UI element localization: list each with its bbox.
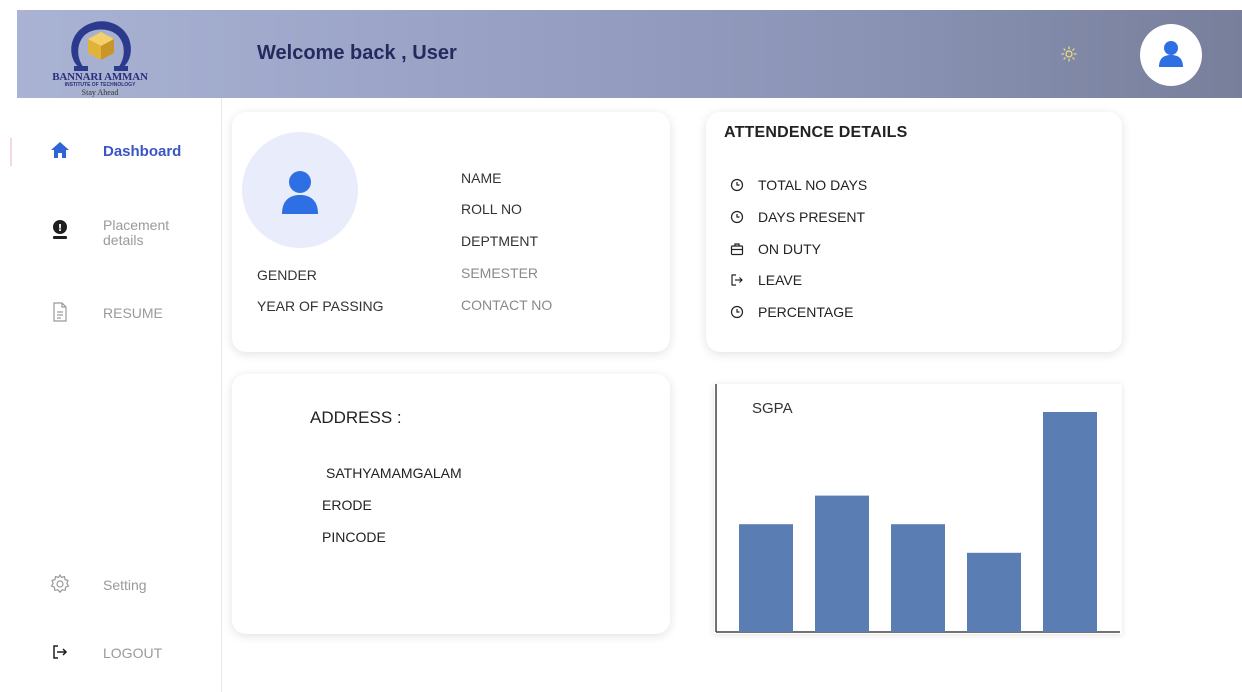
sidebar-item-setting[interactable]: Setting bbox=[48, 572, 147, 596]
sidebar-item-label: Placement details bbox=[103, 217, 170, 248]
sidebar-item-label: Setting bbox=[103, 577, 147, 593]
roll-no-label: ROLL NO bbox=[461, 201, 522, 217]
name-label: NAME bbox=[461, 170, 502, 186]
attendance-label: LEAVE bbox=[758, 272, 803, 288]
sgpa-bar-3 bbox=[891, 524, 945, 632]
attendance-card: ATTENDENCE DETAILS TOTAL NO DAYS DAYS PR… bbox=[706, 112, 1122, 352]
gender-label: GENDER bbox=[257, 267, 317, 283]
sun-icon[interactable] bbox=[1061, 46, 1077, 62]
address-title: ADDRESS : bbox=[310, 408, 402, 427]
document-icon bbox=[48, 300, 72, 324]
logout-icon bbox=[48, 640, 72, 664]
user-avatar-button[interactable] bbox=[1140, 24, 1202, 86]
user-icon bbox=[1159, 41, 1183, 67]
attendance-item-leave: LEAVE bbox=[730, 272, 802, 288]
attendance-item-percentage: PERCENTAGE bbox=[730, 304, 853, 320]
logo-emblem-icon bbox=[71, 21, 131, 71]
address-line-district: ERODE bbox=[322, 497, 372, 513]
year-of-passing-label: YEAR OF PASSING bbox=[257, 298, 384, 314]
sgpa-bar-chart bbox=[715, 384, 1120, 633]
attendance-label: TOTAL NO DAYS bbox=[758, 177, 868, 193]
briefcase-icon bbox=[730, 242, 744, 256]
sidebar-item-label: RESUME bbox=[103, 305, 163, 321]
app-window: BANNARI AMMAN INSTITUTE OF TECHNOLOGY St… bbox=[0, 0, 1242, 692]
institute-logo[interactable]: BANNARI AMMAN INSTITUTE OF TECHNOLOGY St… bbox=[29, 16, 171, 97]
sidebar-item-label: Dashboard bbox=[103, 143, 182, 160]
address-line-pincode: PINCODE bbox=[322, 529, 386, 545]
exit-icon bbox=[730, 273, 744, 287]
welcome-message: Welcome back , User bbox=[257, 42, 457, 64]
user-icon bbox=[282, 171, 318, 214]
attendance-label: DAYS PRESENT bbox=[758, 209, 866, 225]
attendance-item-total-days: TOTAL NO DAYS bbox=[730, 177, 867, 193]
sgpa-bar-4 bbox=[967, 552, 1021, 632]
sidebar: Dashboard ! Placement details RESUME Set… bbox=[0, 98, 222, 692]
attendance-title: ATTENDENCE DETAILS bbox=[724, 124, 908, 141]
gear-icon bbox=[48, 572, 72, 596]
profile-card: NAME ROLL NO DEPTMENT SEMESTER CONTACT N… bbox=[232, 112, 670, 352]
home-icon bbox=[48, 138, 72, 162]
department-label: DEPTMENT bbox=[461, 233, 538, 249]
clock-icon bbox=[730, 210, 744, 224]
sidebar-item-placement-details[interactable]: ! Placement details bbox=[48, 218, 169, 248]
sidebar-item-logout[interactable]: LOGOUT bbox=[48, 640, 162, 664]
address-card: ADDRESS : SATHYAMAMGALAM ERODE PINCODE bbox=[232, 374, 670, 634]
chart-title: SGPA bbox=[752, 400, 793, 417]
sidebar-item-label: LOGOUT bbox=[103, 645, 163, 661]
sgpa-bar-2 bbox=[815, 495, 869, 632]
sidebar-item-resume[interactable]: RESUME bbox=[48, 300, 163, 324]
sgpa-bar-5 bbox=[1043, 412, 1097, 632]
placement-icon: ! bbox=[48, 218, 72, 242]
sgpa-bar-1 bbox=[739, 524, 793, 632]
profile-avatar bbox=[242, 132, 358, 248]
attendance-item-days-present: DAYS PRESENT bbox=[730, 209, 865, 225]
clock-icon bbox=[730, 305, 744, 319]
active-indicator bbox=[10, 138, 12, 166]
clock-icon bbox=[730, 178, 744, 192]
semester-label: SEMESTER bbox=[461, 265, 539, 281]
attendance-label: ON DUTY bbox=[758, 241, 821, 257]
logo-tagline: Stay Ahead bbox=[81, 88, 119, 97]
top-header: BANNARI AMMAN INSTITUTE OF TECHNOLOGY St… bbox=[17, 10, 1242, 98]
svg-text:!: ! bbox=[58, 223, 63, 234]
attendance-item-on-duty: ON DUTY bbox=[730, 241, 821, 257]
attendance-label: PERCENTAGE bbox=[758, 304, 854, 320]
contact-no-label: CONTACT NO bbox=[461, 297, 553, 313]
sgpa-chart-card: SGPA bbox=[714, 384, 1122, 634]
sidebar-item-dashboard[interactable]: Dashboard bbox=[48, 138, 181, 162]
address-line-city: SATHYAMAMGALAM bbox=[326, 465, 462, 481]
